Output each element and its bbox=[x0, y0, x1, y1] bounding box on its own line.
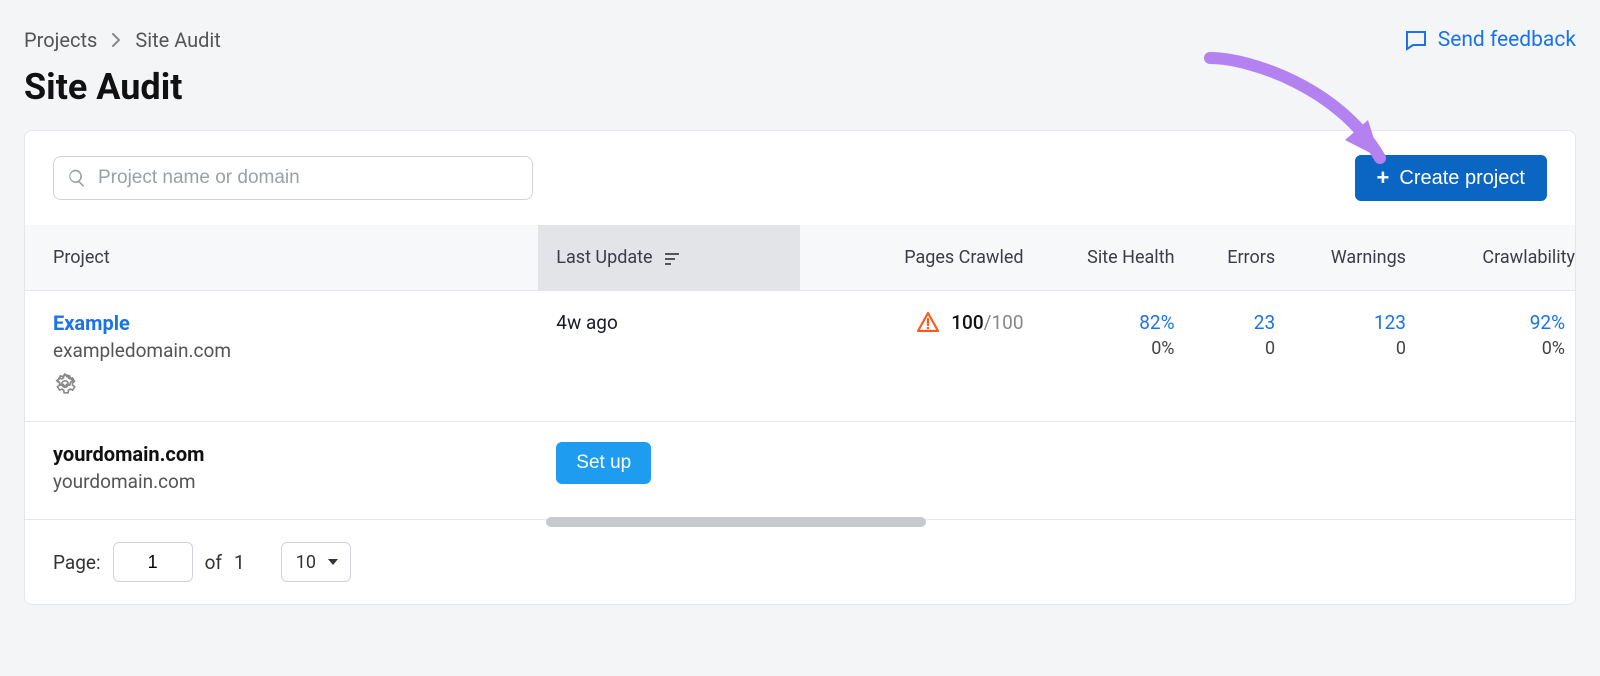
breadcrumb-projects[interactable]: Projects bbox=[24, 28, 97, 52]
per-page-select[interactable]: 10 bbox=[281, 542, 351, 582]
warnings-value[interactable]: 123 bbox=[1374, 311, 1406, 334]
total-pages: 1 bbox=[234, 551, 245, 574]
of-label: of bbox=[205, 551, 222, 574]
cell-errors: 23 0 bbox=[1193, 291, 1294, 422]
table-row: Example exampledomain.com 4w ago 100/100 bbox=[25, 291, 1575, 422]
errors-value[interactable]: 23 bbox=[1254, 311, 1275, 334]
cell-pages-crawled: 100/100 bbox=[800, 291, 1042, 422]
plus-icon: + bbox=[1377, 167, 1390, 189]
create-project-label: Create project bbox=[1399, 167, 1525, 190]
projects-card: + Create project Project Last Update Pag… bbox=[24, 130, 1576, 605]
search-icon bbox=[67, 168, 87, 188]
cell-last-update: 4w ago bbox=[538, 291, 800, 422]
gear-icon[interactable] bbox=[53, 372, 77, 396]
page-input[interactable] bbox=[113, 542, 193, 582]
warnings-delta: 0 bbox=[1311, 338, 1406, 359]
send-feedback-link[interactable]: Send feedback bbox=[1404, 18, 1576, 52]
col-warnings[interactable]: Warnings bbox=[1293, 225, 1424, 291]
pages-crawled-total: /100 bbox=[984, 311, 1024, 334]
errors-delta: 0 bbox=[1211, 338, 1276, 359]
site-health-delta: 0% bbox=[1060, 338, 1175, 359]
col-last-update[interactable]: Last Update bbox=[538, 225, 800, 291]
col-errors[interactable]: Errors bbox=[1193, 225, 1294, 291]
send-feedback-label: Send feedback bbox=[1438, 28, 1576, 52]
chat-icon bbox=[1404, 28, 1428, 52]
sort-icon bbox=[665, 250, 683, 266]
project-name-link[interactable]: Example bbox=[53, 311, 520, 335]
create-project-button[interactable]: + Create project bbox=[1355, 155, 1547, 201]
table-row: yourdomain.com yourdomain.com Set up bbox=[25, 422, 1575, 520]
breadcrumb: Projects Site Audit bbox=[24, 18, 221, 58]
cell-site-health: 82% 0% bbox=[1042, 291, 1193, 422]
pages-crawled-value: 100 bbox=[951, 311, 983, 334]
projects-table: Project Last Update Pages Crawled Site H… bbox=[25, 225, 1575, 520]
search-field-wrapper bbox=[53, 156, 533, 200]
page-title: Site Audit bbox=[24, 66, 1576, 108]
search-input[interactable] bbox=[53, 156, 533, 200]
col-site-health[interactable]: Site Health bbox=[1042, 225, 1193, 291]
site-health-value[interactable]: 82% bbox=[1139, 311, 1174, 334]
col-project[interactable]: Project bbox=[25, 225, 538, 291]
cell-crawlability: 92% 0% bbox=[1424, 291, 1575, 422]
project-name: yourdomain.com bbox=[53, 442, 520, 466]
project-domain: exampledomain.com bbox=[53, 339, 520, 362]
project-domain: yourdomain.com bbox=[53, 470, 520, 493]
warning-icon bbox=[917, 312, 939, 337]
pagination: Page: of 1 10 bbox=[25, 520, 1575, 604]
cell-warnings: 123 0 bbox=[1293, 291, 1424, 422]
crawlability-value[interactable]: 92% bbox=[1530, 311, 1565, 334]
page-label: Page: bbox=[53, 551, 101, 574]
col-crawlability[interactable]: Crawlability bbox=[1424, 225, 1575, 291]
chevron-right-icon bbox=[111, 28, 121, 52]
setup-button[interactable]: Set up bbox=[556, 442, 651, 484]
col-last-update-label: Last Update bbox=[556, 247, 652, 268]
chevron-down-icon bbox=[326, 555, 340, 569]
breadcrumb-current: Site Audit bbox=[135, 28, 221, 52]
crawlability-delta: 0% bbox=[1442, 338, 1565, 359]
col-pages-crawled[interactable]: Pages Crawled bbox=[800, 225, 1042, 291]
per-page-value: 10 bbox=[296, 552, 316, 573]
horizontal-scrollbar[interactable] bbox=[546, 517, 926, 527]
